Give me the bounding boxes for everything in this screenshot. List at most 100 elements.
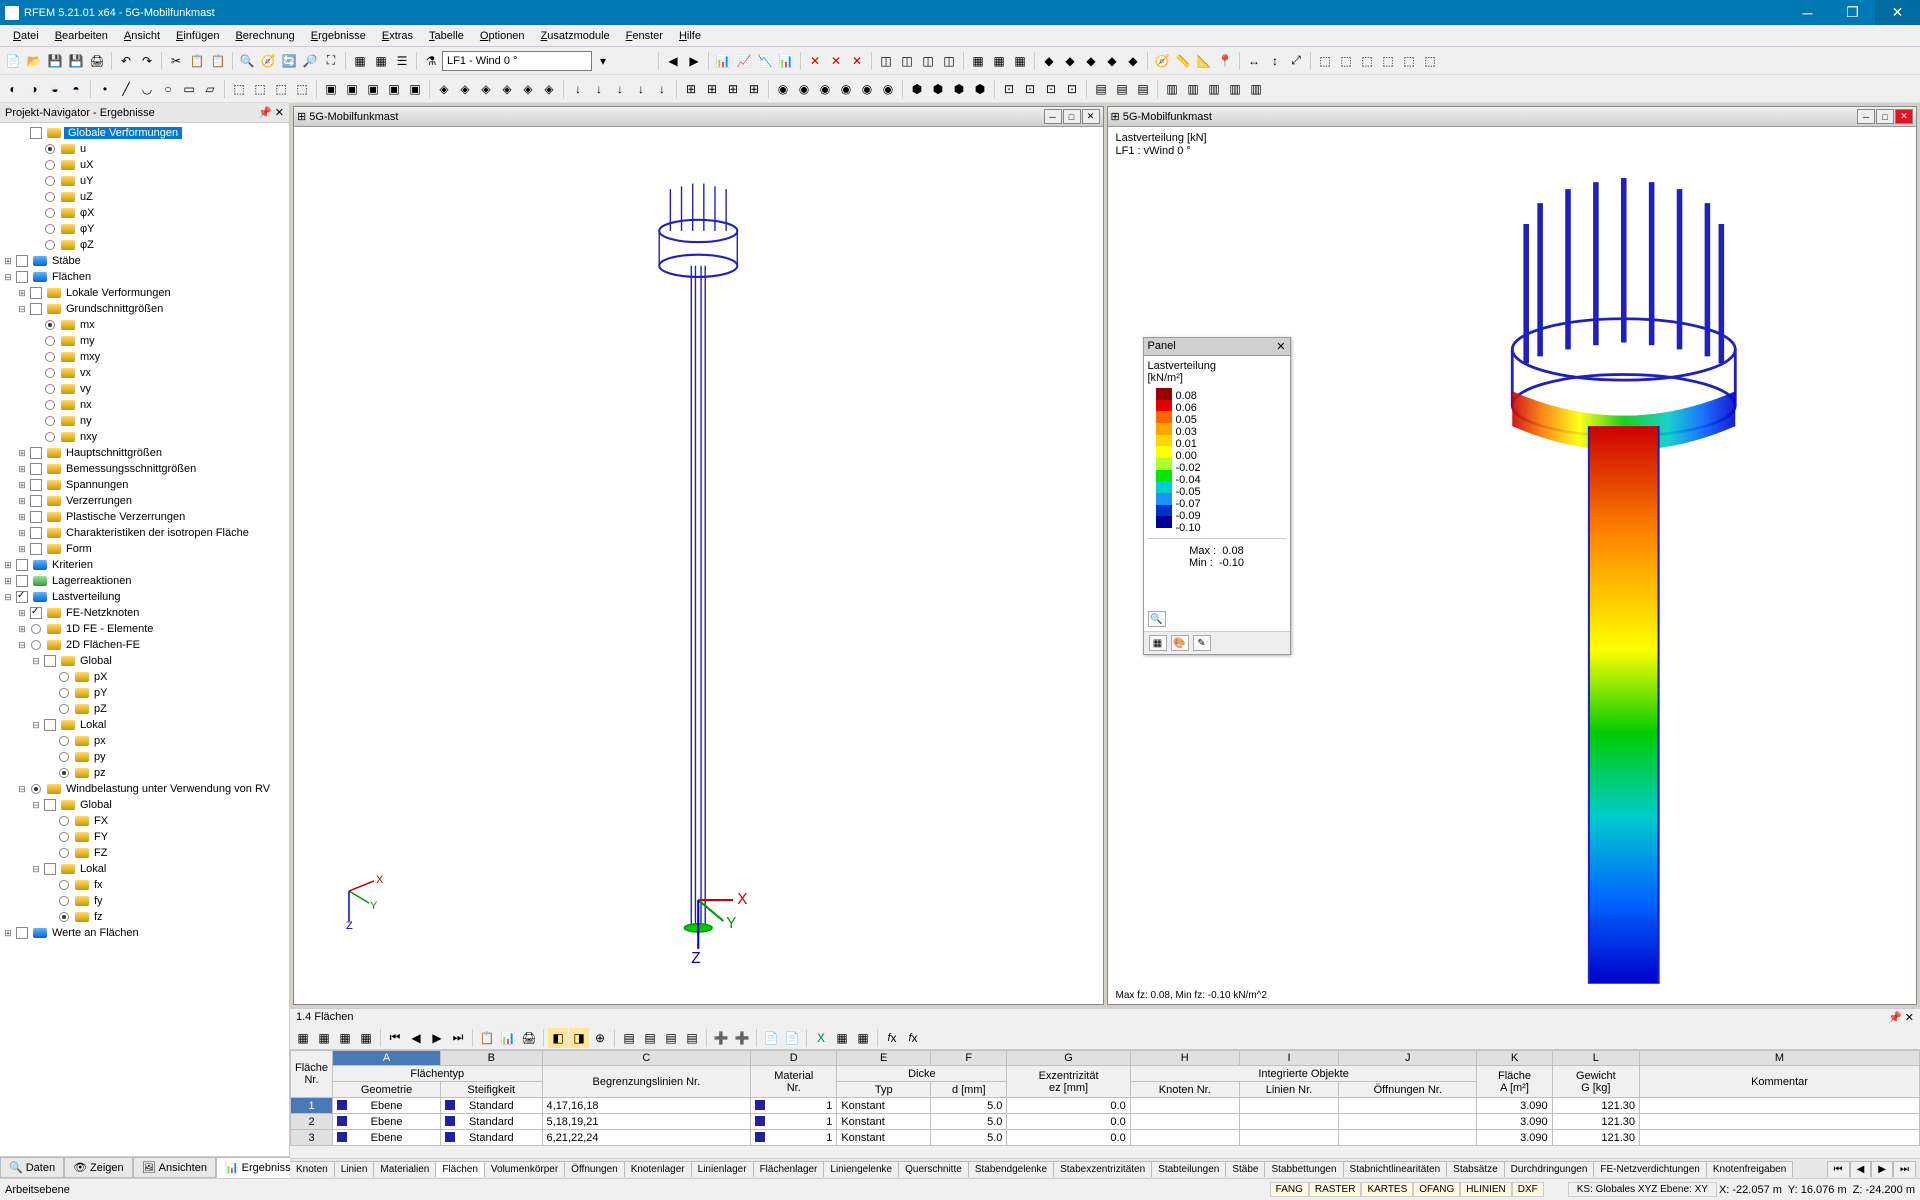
table-ctrl[interactable]: 📌 ✕ <box>1888 1011 1914 1024</box>
tb2-arc-icon[interactable]: ◡ <box>137 79 157 99</box>
tabletab-11[interactable]: Stabendgelenke <box>968 1161 1054 1177</box>
close-button[interactable]: ✕ <box>1875 0 1920 25</box>
menu-berechnung[interactable]: Berechnung <box>227 27 302 45</box>
tt-o-icon[interactable]: ➕ <box>711 1028 731 1048</box>
tb-new-icon[interactable]: 📄 <box>3 51 23 71</box>
tree-uz[interactable]: uZ <box>2 189 287 205</box>
tb2-circle-icon[interactable]: ○ <box>158 79 178 99</box>
legend-btn2-icon[interactable]: 🎨 <box>1171 635 1189 651</box>
tree-lagerreaktionen[interactable]: ⊞Lagerreaktionen <box>2 573 287 589</box>
navtab-daten[interactable]: 🔍Daten <box>0 1157 64 1178</box>
tb2-g3-icon[interactable]: ◉ <box>815 79 835 99</box>
tree-ny[interactable]: ny <box>2 413 287 429</box>
tb2-k1-icon[interactable]: ▤ <box>1091 79 1111 99</box>
minimize-button[interactable]: ─ <box>1785 0 1830 25</box>
menu-ergebnisse[interactable]: Ergebnisse <box>303 27 374 45</box>
tree-verzerrungen[interactable]: ⊞Verzerrungen <box>2 493 287 509</box>
menu-bearbeiten[interactable]: Bearbeiten <box>47 27 116 45</box>
tabletab-9[interactable]: Liniengelenke <box>823 1161 899 1177</box>
tb-mesh3-icon[interactable]: ▦ <box>1010 51 1030 71</box>
tt-e-icon[interactable]: 📋 <box>477 1028 497 1048</box>
tb2-b-icon[interactable]: ◑ <box>24 79 44 99</box>
tb2-a-icon[interactable]: ◐ <box>3 79 23 99</box>
tb-ruler-icon[interactable]: 📏 <box>1173 51 1193 71</box>
tree-vy[interactable]: vy <box>2 381 287 397</box>
tree-phix[interactable]: φX <box>2 205 287 221</box>
vp1-min-button[interactable]: ─ <box>1044 109 1062 124</box>
tree-vx[interactable]: vx <box>2 365 287 381</box>
tabletab-0[interactable]: Knoten <box>290 1161 335 1177</box>
tb2-d-icon[interactable]: ◓ <box>66 79 86 99</box>
tt-d-icon[interactable]: ▦ <box>356 1028 376 1048</box>
tb-angle-icon[interactable]: 📐 <box>1194 51 1214 71</box>
tree-fyl[interactable]: fy <box>2 893 287 909</box>
tb2-m5-icon[interactable]: ▣ <box>405 79 425 99</box>
tb-mesh1-icon[interactable]: ▦ <box>968 51 988 71</box>
tb-find-icon[interactable]: 🔍 <box>237 51 257 71</box>
tb2-s4-icon[interactable]: ◈ <box>497 79 517 99</box>
tree-grundschnittgroessen[interactable]: ⊟Grundschnittgrößen <box>2 301 287 317</box>
ttab-prev[interactable]: ◀ <box>1850 1161 1872 1177</box>
menu-zusatzmodule[interactable]: Zusatzmodule <box>533 27 618 45</box>
legend-close-icon[interactable]: ✕ <box>1276 340 1285 353</box>
tb2-g5-icon[interactable]: ◉ <box>857 79 877 99</box>
tree-plastische[interactable]: ⊞Plastische Verzerrungen <box>2 509 287 525</box>
legend-btn3-icon[interactable]: ✎ <box>1193 635 1211 651</box>
ttab-last[interactable]: ⏭ <box>1893 1161 1916 1177</box>
tb-x1-icon[interactable]: ✕ <box>805 51 825 71</box>
tb2-h1-icon[interactable]: ⬢ <box>907 79 927 99</box>
tb2-m3-icon[interactable]: ▣ <box>363 79 383 99</box>
tb2-sel1-icon[interactable]: ⬚ <box>229 79 249 99</box>
status-flag-fang[interactable]: FANG <box>1270 1182 1309 1197</box>
tb-loadcase-icon[interactable]: ⚗ <box>421 51 441 71</box>
maximize-button[interactable]: ❐ <box>1830 0 1875 25</box>
status-flag-hlinien[interactable]: HLINIEN <box>1460 1182 1511 1197</box>
menu-fenster[interactable]: Fenster <box>618 27 671 45</box>
tabletab-12[interactable]: Stabexzentrizitäten <box>1053 1161 1152 1177</box>
tb-dropdown-icon[interactable]: ▾ <box>593 51 613 71</box>
tree-fxl[interactable]: fx <box>2 877 287 893</box>
tabletab-14[interactable]: Stäbe <box>1225 1161 1265 1177</box>
tb2-l3-icon[interactable]: ↓ <box>610 79 630 99</box>
navigator-tree[interactable]: Globale VerformungenuuXuYuZφXφYφZ⊞Stäbe⊟… <box>0 123 289 1156</box>
vp1-close-button[interactable]: ✕ <box>1082 109 1100 124</box>
tree-ply[interactable]: py <box>2 749 287 765</box>
tb2-h3-icon[interactable]: ⬢ <box>949 79 969 99</box>
navtab-zeigen[interactable]: 👁Zeigen <box>64 1157 133 1178</box>
tb-view3-icon[interactable]: ◫ <box>918 51 938 71</box>
tt-f-icon[interactable]: 📊 <box>498 1028 518 1048</box>
tree-spannungen[interactable]: ⊞Spannungen <box>2 477 287 493</box>
tree-fz[interactable]: FZ <box>2 845 287 861</box>
tb2-line-icon[interactable]: ╱ <box>116 79 136 99</box>
tabletab-18[interactable]: Durchdringungen <box>1504 1161 1595 1177</box>
tb-x3-icon[interactable]: ✕ <box>847 51 867 71</box>
tt-k-icon[interactable]: ▤ <box>619 1028 639 1048</box>
tb2-m4-icon[interactable]: ▣ <box>384 79 404 99</box>
tt-q-icon[interactable]: 📄 <box>761 1028 781 1048</box>
tb2-s2-icon[interactable]: ◈ <box>455 79 475 99</box>
tree-nxy[interactable]: nxy <box>2 429 287 445</box>
tree-werte_flaechen[interactable]: ⊞Werte an Flächen <box>2 925 287 941</box>
data-table[interactable]: FlächeNr.ABCDEFGHIJKLMFlächentypBegrenzu… <box>290 1050 1920 1158</box>
tb2-sel3-icon[interactable]: ⬚ <box>271 79 291 99</box>
tb-copy-icon[interactable]: 📋 <box>187 51 207 71</box>
tree-form[interactable]: ⊞Form <box>2 541 287 557</box>
tb-saveall-icon[interactable]: 💾 <box>66 51 86 71</box>
tt-p-icon[interactable]: ➕ <box>732 1028 752 1048</box>
tb2-node-icon[interactable]: • <box>95 79 115 99</box>
tabletab-20[interactable]: Knotenfreigaben <box>1706 1161 1793 1177</box>
tabletab-1[interactable]: Linien <box>334 1161 375 1177</box>
tb-paste-icon[interactable]: 📋 <box>208 51 228 71</box>
tree-my[interactable]: my <box>2 333 287 349</box>
tb2-n4-icon[interactable]: ▥ <box>1225 79 1245 99</box>
tt-i-icon[interactable]: ◨ <box>569 1028 589 1048</box>
tb2-l5-icon[interactable]: ↓ <box>652 79 672 99</box>
tb-chart1-icon[interactable]: 📉 <box>755 51 775 71</box>
tb-chart2-icon[interactable]: 📊 <box>776 51 796 71</box>
tree-phiy[interactable]: φY <box>2 221 287 237</box>
legend-zoom-icon[interactable]: 🔍 <box>1148 611 1166 627</box>
tb-calc-icon[interactable]: 📊 <box>713 51 733 71</box>
tb-ex6-icon[interactable]: ⬚ <box>1420 51 1440 71</box>
tb-ex1-icon[interactable]: ⬚ <box>1315 51 1335 71</box>
tb-tool-a-icon[interactable]: ◆ <box>1039 51 1059 71</box>
